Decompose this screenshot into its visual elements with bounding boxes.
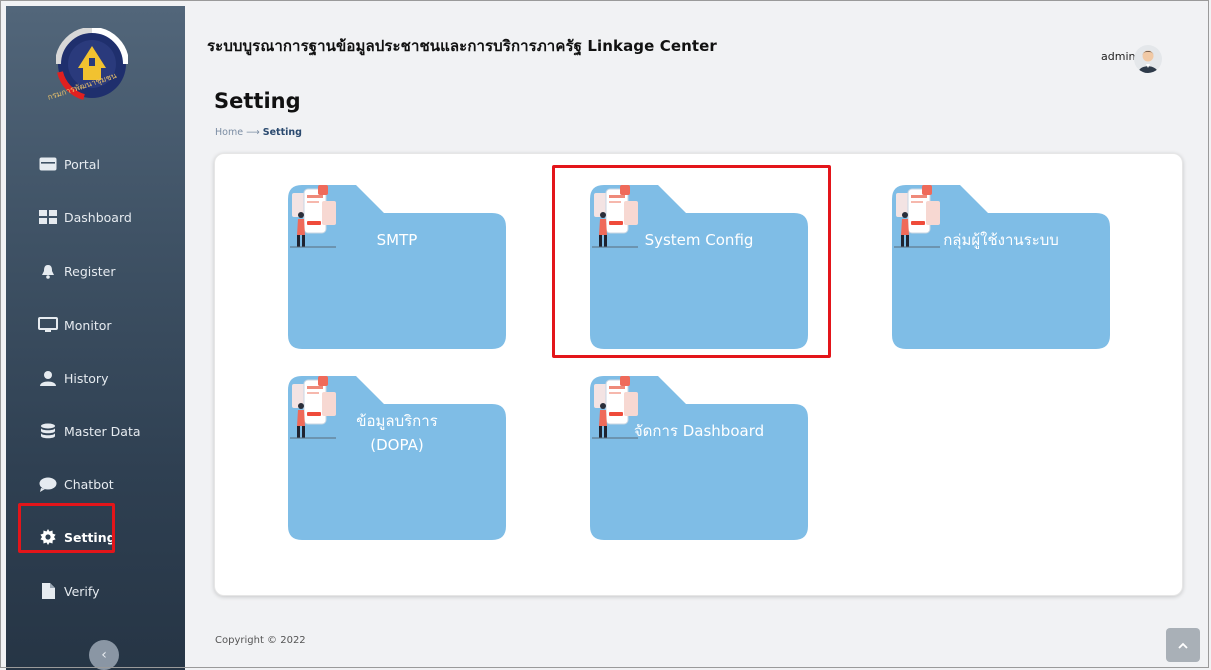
breadcrumb-arrow-icon: ⟶ — [246, 127, 260, 138]
database-icon — [38, 423, 58, 439]
phone-security-illustration-icon — [290, 376, 336, 439]
sidebar-item-register[interactable]: Register — [6, 256, 185, 286]
sidebar-item-portal[interactable]: Portal — [6, 149, 185, 179]
sidebar-item-history[interactable]: History — [6, 363, 185, 393]
sidebar-item-master-data[interactable]: Master Data — [6, 416, 185, 446]
page-title: Setting — [214, 89, 301, 113]
avatar[interactable] — [1134, 45, 1162, 73]
sidebar-item-label: History — [64, 370, 109, 386]
sidebar-item-monitor[interactable]: Monitor — [6, 310, 185, 340]
avatar-icon — [1134, 45, 1162, 73]
breadcrumb-home[interactable]: Home — [215, 127, 243, 138]
breadcrumb-current: Setting — [262, 127, 302, 138]
phone-security-illustration-icon — [592, 376, 638, 439]
phone-security-illustration-icon — [290, 185, 336, 248]
sidebar-item-label: Dashboard — [64, 209, 132, 225]
sidebar-item-label: Master Data — [64, 423, 141, 439]
sidebar-item-label: Chatbot — [64, 476, 114, 492]
sidebar-collapse-button[interactable]: ‹ — [89, 640, 119, 670]
chat-icon — [38, 476, 58, 492]
highlight-box-setting — [18, 503, 115, 553]
breadcrumb: Home ⟶ Setting — [215, 127, 302, 138]
chevron-up-icon — [1178, 642, 1188, 649]
folder-smtp[interactable]: SMTP — [288, 185, 506, 349]
bell-icon — [38, 263, 58, 279]
portal-icon — [38, 156, 58, 172]
dashboard-icon — [38, 209, 58, 225]
sidebar-item-dashboard[interactable]: Dashboard — [6, 202, 185, 232]
file-icon — [38, 583, 58, 599]
highlight-box-system-config — [552, 165, 831, 358]
folder-dopa-service[interactable]: ข้อมูลบริการ (DOPA) — [288, 376, 506, 540]
sidebar-item-label: Portal — [64, 156, 100, 172]
phone-security-illustration-icon — [894, 185, 940, 248]
sidebar: กรมการพัฒนาชุมชน Portal Dashboard Regist… — [6, 6, 185, 670]
sidebar-item-label: Register — [64, 263, 116, 279]
sidebar-item-verify[interactable]: Verify — [6, 576, 185, 606]
user-name[interactable]: admin — [1101, 50, 1135, 63]
sidebar-item-label: Verify — [64, 583, 100, 599]
user-icon — [38, 370, 58, 386]
scroll-to-top-button[interactable] — [1166, 628, 1200, 662]
sidebar-item-chatbot[interactable]: Chatbot — [6, 469, 185, 499]
monitor-icon — [38, 317, 58, 333]
app-title: ระบบบูรณาการฐานข้อมูลประชาชนและการบริการ… — [207, 37, 717, 55]
folder-user-groups[interactable]: กลุ่มผู้ใช้งานระบบ — [892, 185, 1110, 349]
sidebar-item-label: Monitor — [64, 317, 112, 333]
chevron-left-icon: ‹ — [101, 647, 107, 663]
folder-manage-dashboard[interactable]: จัดการ Dashboard — [590, 376, 808, 540]
copyright: Copyright © 2022 — [215, 635, 306, 646]
